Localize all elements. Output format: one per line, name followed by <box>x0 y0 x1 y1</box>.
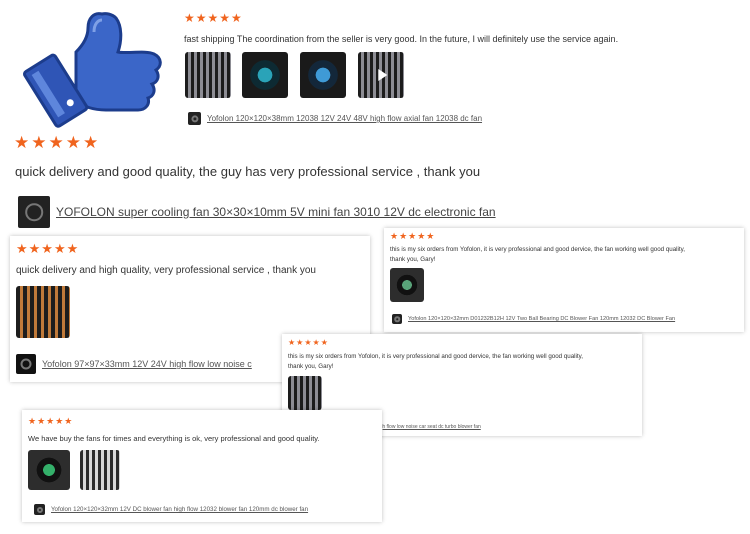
review-text: thank you, Gary! <box>288 363 334 370</box>
review-card-2: ★★★★★ quick delivery and good quality, t… <box>8 130 608 234</box>
review-card-4: ★★★★★ this is my six orders from Yofolon… <box>384 228 744 332</box>
product-link[interactable]: Yofolon 97×97×33mm 12V 24V high flow low… <box>16 354 252 374</box>
rating-stars: ★★★★★ <box>28 416 74 426</box>
product-icon <box>16 354 36 374</box>
product-icon <box>392 314 402 324</box>
product-link-label: Yofolon 120×120×38mm 12038 12V 24V 48V h… <box>207 114 483 123</box>
review-photo[interactable] <box>288 376 322 410</box>
rating-stars: ★★★★★ <box>288 338 329 347</box>
rating-stars: ★★★★★ <box>16 241 80 256</box>
review-text: this is my six orders from Yofolon, it i… <box>390 246 685 253</box>
review-card-6: ★★★★★ We have buy the fans for times and… <box>22 410 382 522</box>
review-card-1: ★★★★★ fast shipping The coordination fro… <box>180 10 680 130</box>
review-text: We have buy the fans for times and every… <box>28 434 320 443</box>
product-link[interactable]: Yofolon 120×120×38mm 12038 12V 24V 48V h… <box>188 112 482 125</box>
review-photo[interactable] <box>16 286 70 338</box>
product-link-label: YOFOLON super cooling fan 30×30×10mm 5V … <box>56 205 496 219</box>
review-text: quick delivery and good quality, the guy… <box>15 164 481 179</box>
thumbs-up-icon <box>23 12 162 128</box>
review-text: fast shipping The coordination from the … <box>184 34 619 44</box>
review-photo[interactable] <box>390 268 424 302</box>
product-link[interactable]: YOFOLON super cooling fan 30×30×10mm 5V … <box>18 196 496 228</box>
review-photo[interactable] <box>28 450 70 490</box>
review-text: quick delivery and high quality, very pr… <box>16 265 316 276</box>
review-text: this is my six orders from Yofolon, it i… <box>288 353 583 360</box>
product-link-label: Yofolon 97×97×33mm 12V 24V high flow low… <box>42 359 252 369</box>
rating-stars: ★★★★★ <box>390 231 436 241</box>
product-icon <box>188 112 201 125</box>
product-link-label: Yofolon 120×120×32mm 12V DC blower fan h… <box>51 506 309 513</box>
product-icon <box>18 196 50 228</box>
review-video[interactable] <box>358 52 404 98</box>
review-photo[interactable] <box>242 52 288 98</box>
rating-stars: ★★★★★ <box>184 11 243 25</box>
review-photo[interactable] <box>185 52 231 98</box>
play-icon <box>378 69 388 81</box>
product-link-label: Yofolon 120×120×32mm D01232B12H 12V Two … <box>408 316 676 322</box>
review-photo[interactable] <box>300 52 346 98</box>
product-link[interactable]: Yofolon 120×120×32mm D01232B12H 12V Two … <box>392 314 675 324</box>
review-photo[interactable] <box>80 450 120 490</box>
product-link[interactable]: Yofolon 120×120×32mm 12V DC blower fan h… <box>34 504 308 515</box>
rating-stars: ★★★★★ <box>14 133 101 152</box>
product-icon <box>34 504 45 515</box>
review-text: thank you, Gary! <box>390 256 436 263</box>
